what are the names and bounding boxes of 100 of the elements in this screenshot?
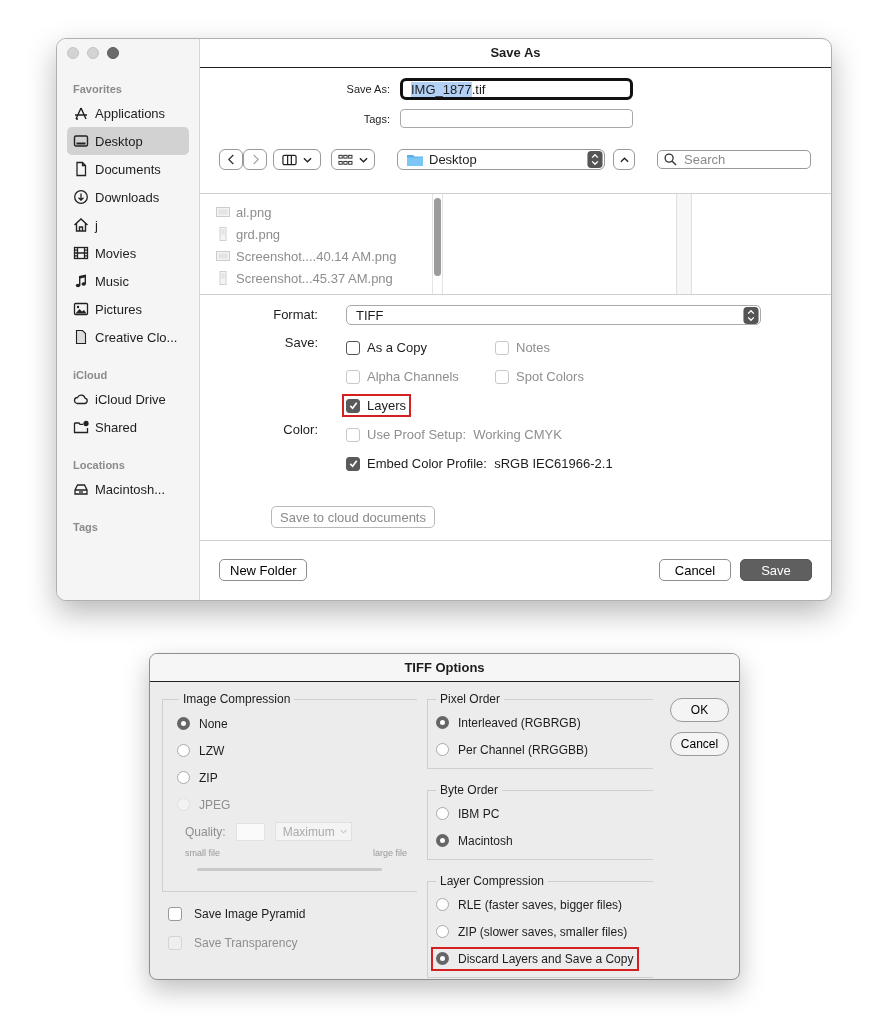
radio-button[interactable]: [436, 898, 449, 911]
search-field[interactable]: Search: [657, 150, 811, 169]
chevron-down-icon: [303, 156, 312, 163]
icon-view-button[interactable]: [331, 149, 375, 170]
chevron-right-icon: [250, 154, 260, 165]
tags-label: Tags:: [362, 112, 390, 125]
radio-button[interactable]: [177, 744, 190, 757]
sidebar-heading: Locations: [72, 458, 126, 473]
chevron-down-icon: [359, 156, 368, 163]
group-title: Layer Compression: [439, 874, 546, 888]
tags-field[interactable]: [400, 109, 633, 128]
sidebar-item[interactable]: Shared: [67, 413, 189, 441]
drive-icon: [73, 481, 89, 497]
checkbox[interactable]: [346, 340, 360, 355]
chevron-up-icon: [619, 156, 629, 163]
quality-label: Quality:: [185, 824, 226, 839]
scrollbar-thumb[interactable]: [434, 198, 441, 276]
sidebar-item[interactable]: Movies: [67, 239, 189, 267]
radio-button[interactable]: [436, 834, 449, 847]
stepper-icon: [743, 306, 759, 324]
close-button[interactable]: [67, 47, 79, 59]
group-title: Image Compression: [182, 692, 292, 706]
radio-button[interactable]: [436, 716, 449, 729]
sidebar-item[interactable]: j: [67, 211, 189, 239]
cancel-button[interactable]: Cancel: [670, 732, 729, 756]
music-icon: [73, 273, 89, 289]
radio-button[interactable]: [177, 717, 190, 730]
radio-label: Macintosh: [458, 833, 513, 848]
radio-label: IBM PC: [458, 806, 500, 821]
sidebar-item[interactable]: Macintosh...: [67, 475, 189, 503]
checkbox[interactable]: [346, 398, 360, 413]
checkbox-label: Save Transparency: [194, 935, 298, 950]
shared-icon: [73, 419, 89, 435]
file-icon: [73, 329, 89, 345]
sidebar-item[interactable]: Creative Clo...: [67, 323, 189, 351]
pictures-icon: [73, 301, 89, 317]
radio-button[interactable]: [436, 952, 449, 965]
radio-button[interactable]: [177, 771, 190, 784]
window-title: Save As: [200, 39, 831, 68]
sidebar-item[interactable]: iCloud Drive: [67, 385, 189, 413]
download-icon: [73, 189, 89, 205]
sidebar-item[interactable]: Desktop: [67, 127, 189, 155]
image-file-icon: [216, 227, 230, 241]
format-popup[interactable]: TIFF: [346, 305, 761, 325]
save-as-label: Save As:: [345, 83, 390, 95]
sidebar-item[interactable]: Documents: [67, 155, 189, 183]
radio-label: ZIP: [199, 770, 218, 785]
group-title: Pixel Order: [439, 692, 502, 706]
minimize-button[interactable]: [87, 47, 99, 59]
sidebar-item[interactable]: Applications: [67, 99, 189, 127]
new-folder-button[interactable]: New Folder: [219, 559, 308, 581]
movies-icon: [73, 245, 89, 261]
checkbox-label: Save Image Pyramid: [194, 906, 306, 921]
ok-button[interactable]: OK: [670, 698, 729, 722]
radio-button[interactable]: [436, 743, 449, 756]
grid-icon: [338, 153, 353, 166]
desktop-icon: [73, 133, 89, 149]
checkbox[interactable]: [168, 906, 182, 921]
column-view-button[interactable]: [273, 149, 321, 170]
location-label: Desktop: [429, 152, 478, 167]
home-icon: [73, 217, 89, 233]
checkbox-label: Use Proof Setup: Working CMYK: [367, 427, 562, 442]
radio-label: LZW: [199, 743, 225, 758]
stepper-icon: [587, 151, 603, 168]
image-file-icon: [216, 249, 230, 263]
format-label: Format:: [272, 306, 318, 324]
document-icon: [73, 161, 89, 177]
zoom-button[interactable]: [107, 47, 119, 59]
sidebar-item[interactable]: Music: [67, 267, 189, 295]
chevron-left-icon: [226, 154, 236, 165]
checkbox[interactable]: [346, 456, 360, 471]
checkbox-label: Layers: [367, 398, 407, 413]
columns-icon: [282, 153, 297, 166]
forward-button[interactable]: [243, 149, 267, 170]
cancel-button[interactable]: Cancel: [659, 559, 731, 581]
checkbox-label: Spot Colors: [516, 369, 584, 384]
radio-button[interactable]: [436, 807, 449, 820]
folder-icon: [406, 152, 424, 167]
back-button[interactable]: [219, 149, 243, 170]
radio-label: Interleaved (RGBRGB): [458, 715, 581, 730]
file-name-field[interactable]: IMG_1877.tif: [400, 78, 633, 100]
field-text: .tif: [471, 81, 486, 97]
location-popup[interactable]: Desktop: [397, 149, 605, 170]
radio-label: Discard Layers and Save a Copy: [458, 951, 634, 966]
save-label: Save:: [283, 334, 318, 352]
sidebar-item[interactable]: Downloads: [67, 183, 189, 211]
image-file-icon: [216, 271, 230, 285]
save-button[interactable]: Save: [740, 559, 812, 581]
slider-track[interactable]: [197, 868, 382, 871]
checkbox-label: Alpha Channels: [367, 369, 459, 384]
checkbox-label: Notes: [516, 340, 550, 355]
expand-button[interactable]: [613, 149, 635, 170]
radio-button[interactable]: [436, 925, 449, 938]
window-title: TIFF Options: [150, 654, 739, 682]
checkbox-label: As a Copy: [367, 340, 427, 355]
applications-icon: [73, 105, 89, 121]
radio-label: Per Channel (RRGGBB): [458, 742, 589, 757]
group-title: Byte Order: [439, 783, 500, 797]
chevron-down-icon: [339, 829, 347, 834]
sidebar-item[interactable]: Pictures: [67, 295, 189, 323]
